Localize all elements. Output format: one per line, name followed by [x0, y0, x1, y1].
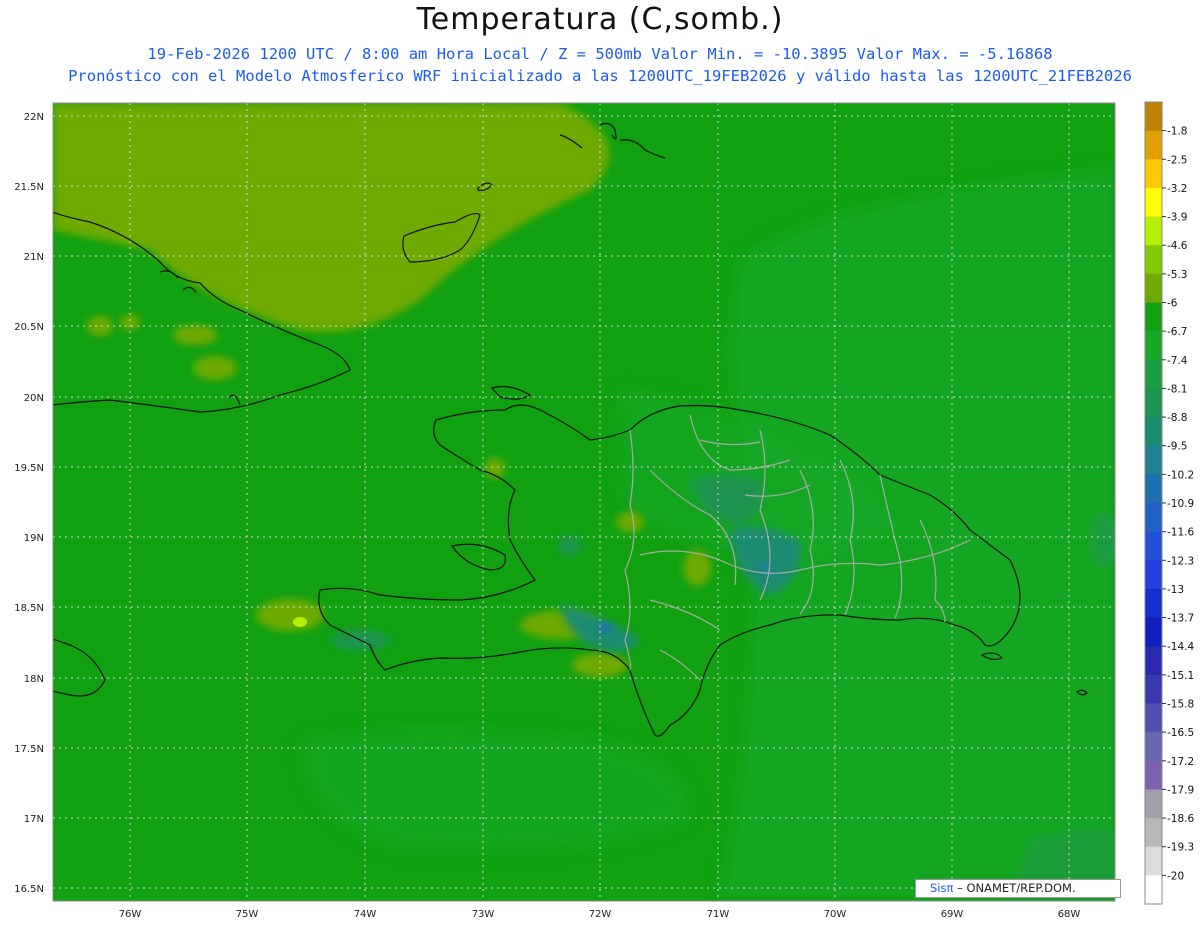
colorbar-swatch [1145, 789, 1162, 819]
sispi-brand: Sisπ [930, 881, 954, 895]
lon-label: 69W [941, 909, 964, 920]
colorbar-label: -13 [1167, 584, 1184, 596]
lat-label: 18.5N [14, 603, 44, 614]
lat-label: 20N [24, 393, 44, 404]
colorbar-label: -18.6 [1167, 813, 1194, 825]
colorbar-label: -15.1 [1167, 670, 1194, 682]
colorbar-label: -5.3 [1167, 269, 1188, 281]
colorbar-swatch [1145, 388, 1162, 418]
colorbar-label: -3.2 [1167, 183, 1188, 195]
credit-text: – ONAMET/REP.DOM. [957, 881, 1076, 895]
colorbar-label: -17.2 [1167, 756, 1194, 768]
lon-label: 70W [824, 909, 847, 920]
colorbar-label: -2.5 [1167, 154, 1188, 166]
latitude-axis: 22N 21.5N 21N 20.5N 20N 19.5N 19N 18.5N … [14, 112, 44, 895]
colorbar-swatch [1145, 187, 1162, 218]
colorbar-swatch [1145, 703, 1162, 733]
colorbar-label: -1.8 [1167, 126, 1188, 138]
credit-box: Sisπ – ONAMET/REP.DOM. [915, 879, 1121, 898]
lat-label: 16.5N [14, 884, 44, 895]
colorbar-swatch [1145, 216, 1162, 246]
colorbar-swatch [1145, 445, 1162, 475]
colorbar-label: -12.3 [1167, 555, 1194, 567]
colorbar-swatch [1145, 474, 1162, 504]
colorbar-label: -9.5 [1167, 441, 1188, 453]
warm-patch-cuba-2 [120, 314, 140, 330]
lat-label: 22N [24, 112, 44, 123]
lat-label: 20.5N [14, 322, 44, 333]
colorbar-swatch [1145, 245, 1162, 275]
colorbar-swatch [1145, 159, 1162, 189]
lon-label: 75W [236, 909, 259, 920]
colorbar-swatch [1145, 875, 1162, 905]
colorbar-swatch [1145, 617, 1162, 647]
colorbar-label: -10.9 [1167, 498, 1194, 510]
colorbar-swatch [1145, 417, 1162, 447]
colorbar-label: -8.1 [1167, 383, 1188, 395]
colorbar-label: -6 [1167, 298, 1178, 310]
colorbar-label: -20 [1167, 870, 1184, 882]
colorbar-label: -15.8 [1167, 699, 1194, 711]
colorbar-label: -10.2 [1167, 469, 1194, 481]
cold-core-southwest-deep [597, 623, 613, 633]
lon-label: 73W [472, 909, 495, 920]
colorbar-label: -4.6 [1167, 240, 1188, 252]
colorbar-swatch [1145, 273, 1162, 303]
lat-label: 21.5N [14, 182, 44, 193]
colorbar-label: -3.9 [1167, 212, 1188, 224]
warm-patch-cuba-4 [193, 356, 237, 380]
colorbar-label: -8.8 [1167, 412, 1188, 424]
colorbar-swatch [1145, 531, 1162, 561]
colorbar-label: -6.7 [1167, 326, 1188, 338]
colorbar-swatch [1145, 846, 1162, 876]
colorbar-swatch [1145, 130, 1162, 160]
colorbar-label: -7.4 [1167, 355, 1188, 367]
map-canvas[interactable]: 22N 21.5N 21N 20.5N 20N 19.5N 19N 18.5N … [0, 0, 1200, 927]
lon-label: 71W [707, 909, 730, 920]
colorbar-swatch [1145, 674, 1162, 704]
colorbar-label: -13.7 [1167, 613, 1194, 625]
cold-core-west [558, 535, 582, 555]
warmest-patch-sw [293, 617, 307, 627]
lon-label: 68W [1058, 909, 1081, 920]
colorbar-swatch [1145, 102, 1162, 132]
lat-label: 19N [24, 533, 44, 544]
lat-label: 17N [24, 814, 44, 825]
colorbar-legend: -1.8 -2.5 -3.2 -3.9 -4.6 -5.3 -6 -6.7 -7.4 -8.1 -8… [1144, 101, 1194, 905]
colorbar-swatch [1145, 359, 1162, 389]
lon-label: 76W [119, 909, 142, 920]
lon-label: 74W [354, 909, 377, 920]
colorbar-label: -16.5 [1167, 727, 1194, 739]
lat-label: 17.5N [14, 744, 44, 755]
colorbar-label: -19.3 [1167, 842, 1194, 854]
colorbar-swatch [1145, 646, 1162, 676]
longitude-axis: 76W 75W 74W 73W 72W 71W 70W 69W 68W [119, 909, 1081, 920]
colorbar-swatch [1145, 818, 1162, 848]
lat-label: 18N [24, 674, 44, 685]
colorbar-label: -11.6 [1167, 527, 1194, 539]
colorbar-swatch [1145, 732, 1162, 762]
lon-label: 72W [589, 909, 612, 920]
colorbar-swatch [1145, 588, 1162, 619]
colorbar-swatch [1145, 503, 1162, 533]
warm-patch-cuba-3 [173, 325, 217, 345]
colorbar-swatch [1145, 760, 1162, 790]
colorbar-label: -14.4 [1167, 641, 1194, 653]
warm-patch-central-2 [616, 512, 644, 532]
lat-label: 21N [24, 252, 44, 263]
lat-label: 19.5N [14, 463, 44, 474]
colorbar-swatch [1145, 560, 1162, 590]
colorbar-swatch [1145, 331, 1162, 361]
colorbar-swatch [1145, 302, 1162, 332]
colorbar-label: -17.9 [1167, 784, 1194, 796]
temperature-field [53, 103, 1115, 901]
warm-patch-sw [256, 599, 324, 631]
